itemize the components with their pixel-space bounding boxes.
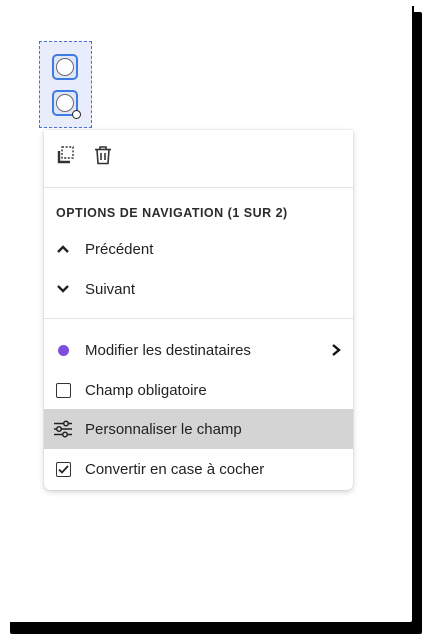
purple-dot-icon (53, 340, 73, 360)
menu-item-modify-recipients[interactable]: Modifier les destinataires (44, 330, 353, 370)
chevron-right-icon (332, 344, 341, 356)
checkbox-empty-icon[interactable] (53, 380, 73, 400)
radio-circle (56, 58, 74, 76)
menu-item-label: Personnaliser le champ (85, 420, 242, 438)
delete-field-button[interactable] (91, 143, 115, 167)
menu-item-label: Modifier les destinataires (85, 341, 251, 359)
menu-item-previous[interactable]: Précédent (44, 229, 353, 269)
menu-item-label: Précédent (85, 240, 154, 258)
radio-circle (56, 94, 74, 112)
duplicate-field-button[interactable] (54, 143, 78, 167)
chevron-down-icon (53, 279, 73, 299)
radio-field-group-selection[interactable] (39, 41, 92, 128)
menu-divider (44, 318, 353, 319)
navigation-section-heading: OPTIONS DE NAVIGATION (1 SUR 2) (56, 206, 288, 220)
radio-button-1[interactable] (52, 54, 78, 80)
menu-item-convert-to-checkbox[interactable]: Convertir en case à cocher (44, 449, 353, 489)
chevron-up-icon (53, 239, 73, 259)
menu-item-required-field[interactable]: Champ obligatoire (44, 370, 353, 410)
menu-divider (44, 187, 353, 188)
menu-item-label: Champ obligatoire (85, 381, 207, 399)
menu-item-customize-field[interactable]: Personnaliser le champ (44, 409, 353, 449)
menu-item-label: Convertir en case à cocher (85, 460, 265, 478)
sliders-icon (53, 419, 73, 439)
resize-handle[interactable] (72, 110, 81, 119)
menu-item-label: Suivant (85, 280, 136, 298)
menu-item-next[interactable]: Suivant (44, 269, 353, 309)
trash-icon (95, 146, 111, 165)
checkbox-checked-icon (53, 459, 73, 479)
menu-toolbar (44, 130, 353, 187)
context-menu: OPTIONS DE NAVIGATION (1 SUR 2) Précéden… (44, 130, 353, 490)
duplicate-field-icon (57, 146, 74, 164)
